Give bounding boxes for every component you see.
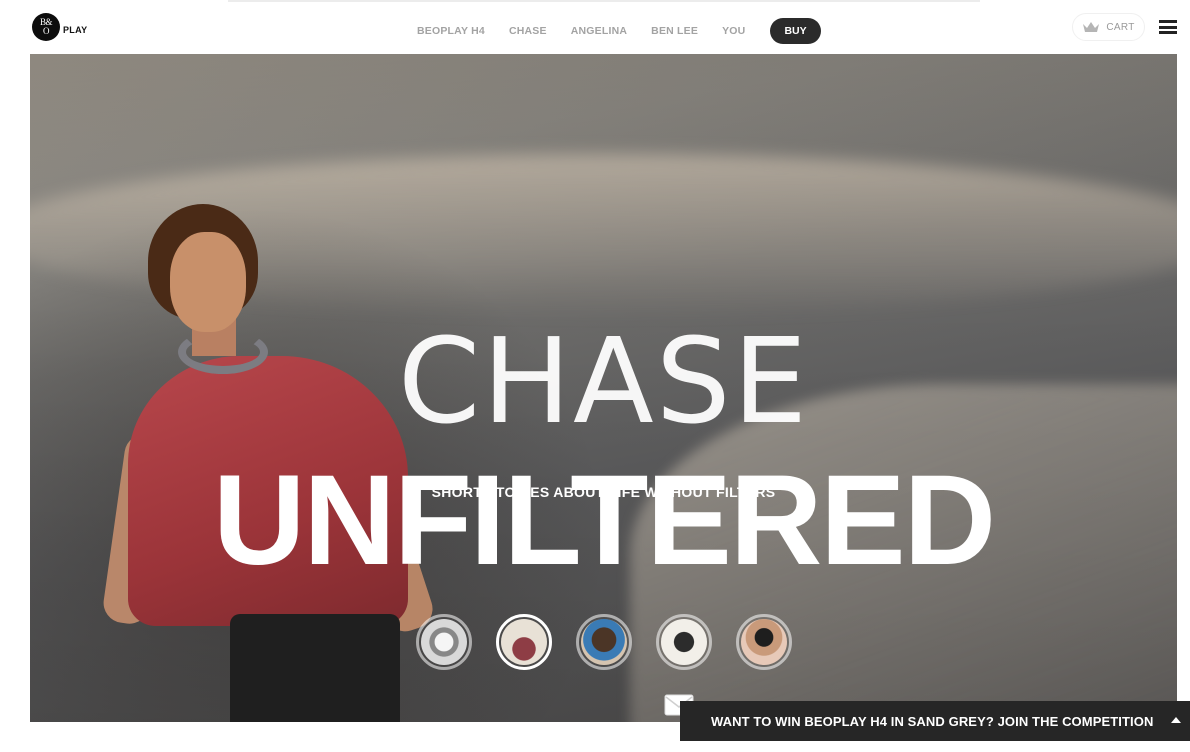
story-thumbnails bbox=[416, 614, 816, 670]
story-thumb-you[interactable] bbox=[736, 614, 792, 670]
nav-item-beoplay-h4[interactable]: BEOPLAY H4 bbox=[417, 25, 485, 37]
bo-play-logo[interactable]: B& O PLAY bbox=[32, 13, 87, 41]
hero-video: CHASE UNFILTERED SHORT STORIES ABOUT LIF… bbox=[30, 54, 1177, 722]
hero-title-chase: CHASE bbox=[397, 312, 810, 451]
story-thumb-chase[interactable] bbox=[496, 614, 552, 670]
competition-text: WANT TO WIN BEOPLAY H4 IN SAND GREY? JOI… bbox=[711, 713, 1154, 729]
hamburger-menu-icon[interactable] bbox=[1159, 20, 1177, 34]
hero-subtitle: SHORT STORIES ABOUT LIFE WITHOUT FILTERS bbox=[431, 484, 776, 500]
cart-button[interactable]: CART bbox=[1072, 13, 1145, 41]
caret-up-icon[interactable] bbox=[1171, 717, 1181, 723]
competition-banner[interactable]: WANT TO WIN BEOPLAY H4 IN SAND GREY? JOI… bbox=[680, 701, 1190, 741]
nav-item-you[interactable]: YOU bbox=[722, 25, 745, 37]
story-thumb-ben-lee[interactable] bbox=[656, 614, 712, 670]
buy-button[interactable]: BUY bbox=[770, 18, 821, 44]
nav-item-chase[interactable]: CHASE bbox=[509, 25, 547, 37]
logo-mark: B& O bbox=[32, 13, 60, 41]
hero-title-unfiltered: UNFILTERED bbox=[212, 449, 996, 593]
story-thumb-angelina[interactable] bbox=[576, 614, 632, 670]
nav-item-ben-lee[interactable]: BEN LEE bbox=[651, 25, 698, 37]
top-divider bbox=[228, 0, 980, 2]
nav-item-angelina[interactable]: ANGELINA bbox=[571, 25, 627, 37]
main-nav: BEOPLAY H4 CHASE ANGELINA BEN LEE YOU BU… bbox=[404, 18, 821, 44]
logo-mark-bottom: O bbox=[43, 26, 50, 36]
site-header: B& O PLAY BEOPLAY H4 CHASE ANGELINA BEN … bbox=[0, 0, 1190, 54]
cart-label: CART bbox=[1106, 21, 1135, 33]
logo-text: PLAY bbox=[63, 25, 88, 35]
crown-cart-icon bbox=[1083, 22, 1100, 32]
story-thumb-headphones[interactable] bbox=[416, 614, 472, 670]
